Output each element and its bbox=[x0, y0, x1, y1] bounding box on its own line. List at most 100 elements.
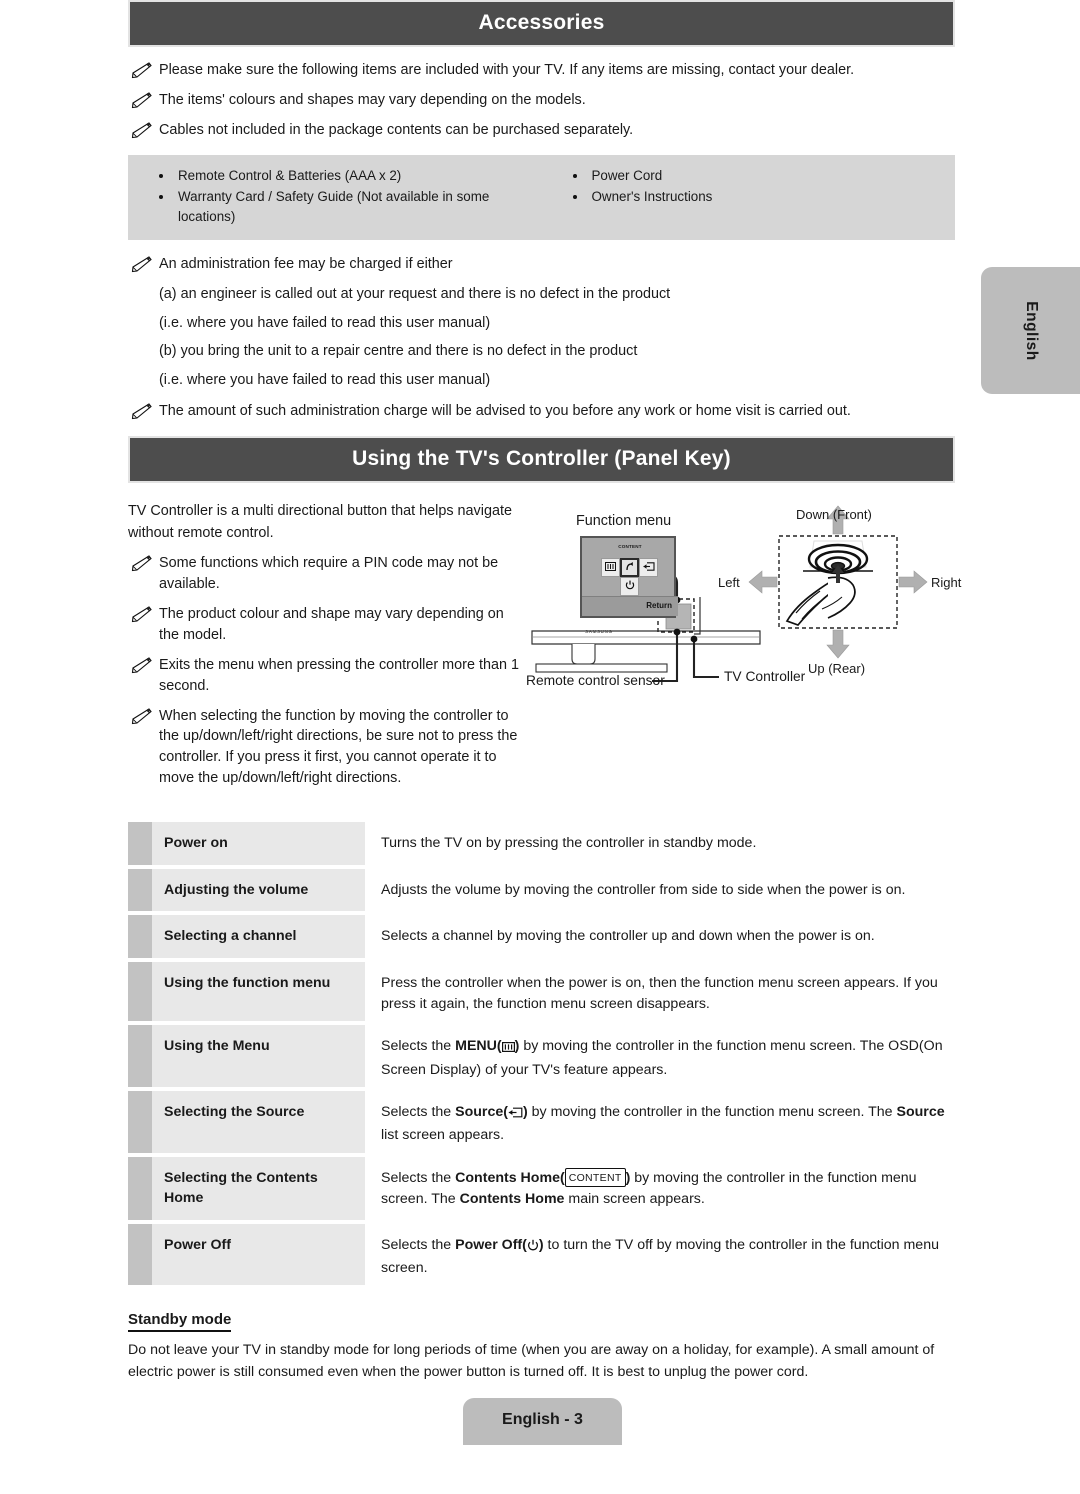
menu-icon bbox=[501, 1038, 515, 1059]
table-row-label: Selecting the Source bbox=[128, 1091, 365, 1153]
table-row: Power on Turns the TV on by pressing the… bbox=[128, 822, 955, 865]
table-row: Power Off Selects the Power Off( ) to tu… bbox=[128, 1223, 955, 1286]
standby-mode-body: Do not leave your TV in standby mode for… bbox=[128, 1342, 935, 1381]
note-item: Please make sure the following items are… bbox=[128, 60, 955, 81]
note-text: Some functions which require a PIN code … bbox=[159, 555, 499, 593]
table-row-description: Selects the MENU( ) by moving the contro… bbox=[365, 1025, 955, 1087]
direction-label-up: Up (Rear) bbox=[808, 661, 866, 677]
table-row-label: Using the Menu bbox=[128, 1025, 365, 1087]
table-row-description: Adjusts the volume by moving the control… bbox=[365, 869, 955, 912]
function-menu-keypad: CONTENT bbox=[582, 538, 678, 598]
desc-text: main screen appears. bbox=[564, 1190, 705, 1207]
content-badge-label: CONTENT bbox=[568, 1171, 622, 1184]
pencil-note-icon bbox=[128, 554, 152, 572]
controller-text-column: TV Controller is a multi directional but… bbox=[128, 501, 528, 798]
pencil-note-icon bbox=[128, 656, 152, 674]
return-label: Return bbox=[646, 601, 672, 611]
direction-label-right: Right bbox=[931, 575, 962, 591]
pencil-note-icon bbox=[128, 121, 152, 139]
desc-bold: Power Off( bbox=[455, 1236, 527, 1253]
administration-fee-block: An administration fee may be charged if … bbox=[128, 254, 955, 422]
desc-bold: MENU( bbox=[455, 1038, 502, 1055]
note-text: Cables not included in the package conte… bbox=[159, 121, 634, 138]
note-item: When selecting the function by moving th… bbox=[128, 706, 520, 790]
power-icon bbox=[527, 1237, 539, 1258]
note-text: Please make sure the following items are… bbox=[159, 62, 855, 78]
direction-label-left: Left bbox=[718, 575, 740, 591]
remote-sensor-label: Remote control sensor bbox=[526, 673, 665, 689]
note-text: The product colour and shape may vary de… bbox=[159, 606, 504, 643]
table-row-label: Selecting a channel bbox=[128, 915, 365, 958]
table-row: Selecting a channel Selects a channel by… bbox=[128, 915, 955, 958]
direction-label-down: Down (Front) bbox=[796, 507, 872, 523]
desc-text: by moving the controller in the function… bbox=[527, 1104, 897, 1120]
accessories-column-right: Power Cord Owner's Instructions bbox=[542, 165, 956, 229]
accessory-item: Power Cord bbox=[566, 166, 956, 186]
desc-bold: Source( bbox=[455, 1104, 508, 1120]
table-row-label: Adjusting the volume bbox=[128, 868, 365, 912]
source-key[interactable] bbox=[639, 558, 658, 578]
language-side-tab-label: English bbox=[1022, 300, 1040, 361]
desc-text: Press the controller when the power is o… bbox=[381, 974, 938, 1013]
controller-function-table: Power on Turns the TV on by pressing the… bbox=[128, 822, 955, 1286]
section-header-controller: Using the TV's Controller (Panel Key) bbox=[128, 436, 955, 484]
content-key-label: CONTENT bbox=[618, 544, 642, 550]
table-row-label: Power Off bbox=[128, 1223, 365, 1286]
content-badge-icon: CONTENT bbox=[564, 1167, 626, 1188]
fee-condition-line: (b) you bring the unit to a repair centr… bbox=[159, 343, 638, 360]
pencil-note-icon bbox=[128, 91, 152, 109]
function-menu-return-bar: Return bbox=[582, 596, 678, 617]
pencil-note-icon bbox=[128, 402, 152, 420]
accessory-item: Owner's Instructions bbox=[566, 187, 956, 207]
accessories-column-left: Remote Control & Batteries (AAA x 2) War… bbox=[128, 165, 542, 229]
fee-condition-line: (i.e. where you have failed to read this… bbox=[159, 314, 491, 331]
controller-diagram: SAMSUNG Function menu CONTENT Return Dow… bbox=[526, 501, 961, 721]
desc-text: Turns the TV on by pressing the controll… bbox=[381, 835, 757, 852]
page-content: Accessories Please make sure the followi… bbox=[128, 0, 961, 1383]
desc-text: Selects a channel by moving the controll… bbox=[381, 928, 875, 945]
power-icon bbox=[625, 580, 635, 593]
table-row-label: Selecting the Contents Home bbox=[128, 1156, 365, 1220]
accessories-list-box: Remote Control & Batteries (AAA x 2) War… bbox=[128, 154, 956, 240]
table-row: Selecting the Contents Home Selects the … bbox=[128, 1156, 955, 1220]
table-row-description: Turns the TV on by pressing the controll… bbox=[365, 822, 955, 865]
note-item: Some functions which require a PIN code … bbox=[128, 553, 520, 595]
desc-text: Selects the bbox=[381, 1236, 456, 1253]
desc-text: list screen appears. bbox=[381, 1127, 505, 1144]
note-item: An administration fee may be charged if … bbox=[128, 254, 955, 275]
desc-text: Selects the bbox=[381, 1104, 456, 1120]
standby-mode-title: Standby mode bbox=[128, 1311, 232, 1333]
table-row-label: Using the function menu bbox=[128, 961, 365, 1022]
return-arrow-icon bbox=[624, 561, 635, 575]
table-row: Selecting the Source Selects the Source(… bbox=[128, 1091, 955, 1153]
source-icon bbox=[643, 561, 655, 574]
table-row: Using the Menu Selects the MENU( ) by mo… bbox=[128, 1025, 955, 1087]
power-key[interactable] bbox=[620, 577, 639, 597]
note-text: An administration fee may be charged if … bbox=[159, 255, 453, 272]
pencil-note-icon bbox=[128, 707, 152, 725]
accessory-item: Warranty Card / Safety Guide (Not availa… bbox=[152, 187, 542, 228]
pencil-note-icon bbox=[128, 61, 152, 79]
controller-body: TV Controller is a multi directional but… bbox=[128, 501, 961, 798]
page-number-label: English - 3 bbox=[502, 1411, 583, 1428]
note-item: Exits the menu when pressing the control… bbox=[128, 655, 520, 697]
table-row-description: Press the controller when the power is o… bbox=[365, 962, 955, 1022]
table-row-description: Selects the Source( ) by moving the cont… bbox=[365, 1091, 955, 1153]
tv-brand-label: SAMSUNG bbox=[585, 629, 613, 635]
note-item: The amount of such administration charge… bbox=[128, 401, 955, 422]
function-menu-caption: Function menu bbox=[576, 513, 672, 530]
desc-bold: Contents Home( bbox=[455, 1169, 565, 1186]
desc-text: Selects the bbox=[381, 1038, 456, 1055]
table-row-description: Selects the Contents Home( CONTENT ) by … bbox=[365, 1157, 955, 1220]
tv-controller-label: TV Controller bbox=[724, 669, 806, 685]
pencil-note-icon bbox=[128, 255, 152, 273]
table-row-description: Selects a channel by moving the controll… bbox=[365, 915, 955, 958]
note-text: Exits the menu when pressing the control… bbox=[159, 656, 519, 694]
note-item: The product colour and shape may vary de… bbox=[128, 604, 520, 646]
desc-text: Adjusts the volume by moving the control… bbox=[381, 881, 906, 898]
section-header-accessories: Accessories bbox=[128, 0, 955, 47]
menu-key[interactable] bbox=[601, 558, 620, 578]
return-key[interactable] bbox=[620, 558, 639, 578]
controller-intro: TV Controller is a multi directional but… bbox=[128, 503, 512, 541]
accessory-item: Remote Control & Batteries (AAA x 2) bbox=[152, 166, 542, 186]
